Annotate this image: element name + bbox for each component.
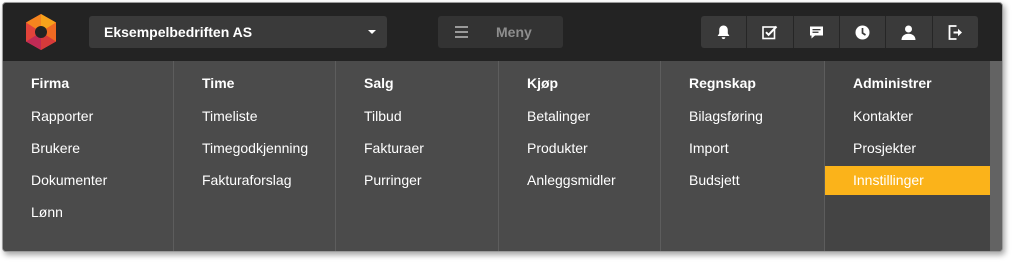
menu-item-fakturaer[interactable]: Fakturaer bbox=[336, 134, 498, 163]
column-title-administrer: Administrer bbox=[853, 75, 932, 91]
column-title-time: Time bbox=[202, 75, 235, 91]
chevron-down-icon bbox=[368, 30, 376, 34]
menu-item-lonn[interactable]: Lønn bbox=[3, 198, 173, 227]
menu-item-betalinger[interactable]: Betalinger bbox=[499, 102, 660, 131]
menu-column-kjop: Kjøp Betalinger Produkter Anleggsmidler bbox=[499, 61, 661, 251]
menu-label: Meny bbox=[496, 24, 532, 40]
toolbar-icons bbox=[701, 16, 978, 48]
menu-item-brukere[interactable]: Brukere bbox=[3, 134, 173, 163]
menu-item-import[interactable]: Import bbox=[661, 134, 824, 163]
logout-button[interactable] bbox=[931, 16, 978, 48]
menu-item-innstillinger[interactable]: Innstillinger bbox=[825, 166, 990, 195]
menu-column-firma: Firma Rapporter Brukere Dokumenter Lønn bbox=[3, 61, 174, 251]
menu-item-rapporter[interactable]: Rapporter bbox=[3, 102, 173, 131]
menu-item-prosjekter[interactable]: Prosjekter bbox=[825, 134, 990, 163]
column-title-kjop: Kjøp bbox=[527, 75, 559, 91]
menu-item-timegodkjenning[interactable]: Timegodkjenning bbox=[174, 134, 335, 163]
profile-button[interactable] bbox=[885, 16, 931, 48]
menu-item-budsjett[interactable]: Budsjett bbox=[661, 166, 824, 195]
company-name: Eksempelbedriften AS bbox=[104, 24, 253, 40]
logout-icon bbox=[948, 24, 962, 40]
notifications-button[interactable] bbox=[701, 16, 746, 48]
messages-button[interactable] bbox=[792, 16, 839, 48]
scrollbar[interactable] bbox=[990, 61, 1002, 251]
chat-icon bbox=[809, 26, 823, 38]
app-window: Eksempelbedriften AS Meny Firma Rapporte… bbox=[2, 2, 1003, 252]
menu-item-tilbud[interactable]: Tilbud bbox=[336, 102, 498, 131]
checkbox-icon bbox=[762, 25, 778, 39]
top-bar: Eksempelbedriften AS Meny bbox=[3, 3, 1002, 61]
company-selector[interactable]: Eksempelbedriften AS bbox=[89, 16, 387, 48]
column-title-firma: Firma bbox=[31, 75, 70, 91]
menu-item-kontakter[interactable]: Kontakter bbox=[825, 102, 990, 131]
tasks-button[interactable] bbox=[746, 16, 792, 48]
column-title-regnskap: Regnskap bbox=[689, 75, 756, 91]
menu-item-purringer[interactable]: Purringer bbox=[336, 166, 498, 195]
menu-item-timeliste[interactable]: Timeliste bbox=[174, 102, 335, 131]
history-button[interactable] bbox=[838, 16, 885, 48]
mega-menu: Firma Rapporter Brukere Dokumenter Lønn … bbox=[3, 61, 990, 251]
column-title-salg: Salg bbox=[364, 75, 394, 91]
menu-item-anleggsmidler[interactable]: Anleggsmidler bbox=[499, 166, 660, 195]
menu-item-fakturaforslag[interactable]: Fakturaforslag bbox=[174, 166, 335, 195]
user-icon bbox=[901, 25, 916, 40]
menu-item-produkter[interactable]: Produkter bbox=[499, 134, 660, 163]
menu-column-time: Time Timeliste Timegodkjenning Fakturafo… bbox=[174, 61, 336, 251]
menu-button[interactable]: Meny bbox=[438, 16, 563, 48]
menu-column-salg: Salg Tilbud Fakturaer Purringer bbox=[336, 61, 499, 251]
clock-icon bbox=[855, 25, 870, 39]
bell-icon bbox=[717, 25, 730, 39]
menu-column-administrer: Administrer Kontakter Prosjekter Innstil… bbox=[825, 61, 990, 251]
logo-icon[interactable] bbox=[22, 13, 60, 51]
menu-item-dokumenter[interactable]: Dokumenter bbox=[3, 166, 173, 195]
menu-column-regnskap: Regnskap Bilagsføring Import Budsjett bbox=[661, 61, 825, 251]
hamburger-icon bbox=[455, 26, 468, 38]
menu-item-bilagsforing[interactable]: Bilagsføring bbox=[661, 102, 824, 131]
